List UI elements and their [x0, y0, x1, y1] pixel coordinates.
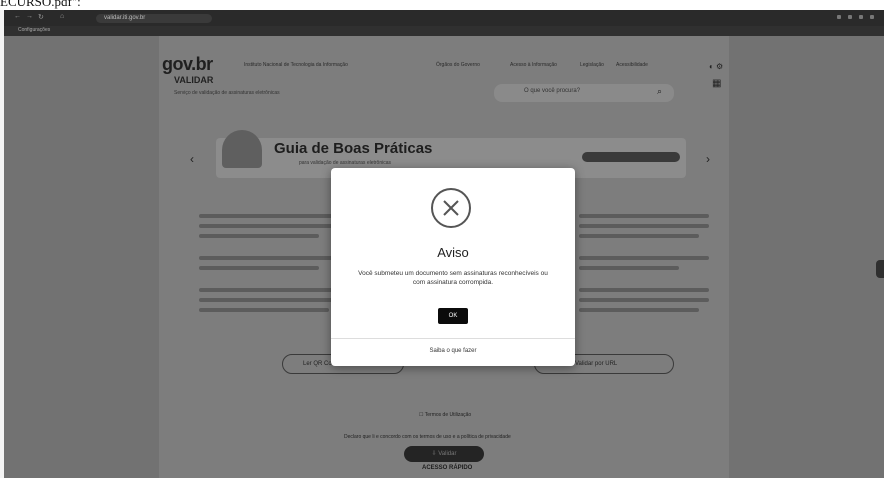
paragraph-line: [579, 224, 709, 228]
carousel-prev-icon[interactable]: ‹: [190, 152, 194, 166]
address-bar[interactable]: validar.iti.gov.br: [96, 14, 212, 23]
apps-grid-icon[interactable]: ▦: [712, 78, 721, 89]
contrast-icon[interactable]: ◐ ⚙: [709, 62, 723, 71]
modal-message: Você submeteu um documento sem assinatur…: [358, 270, 548, 286]
search-icon[interactable]: ⌕: [657, 86, 662, 97]
paragraph-line: [579, 298, 709, 302]
search-placeholder: O que você procura?: [524, 88, 581, 94]
header-link[interactable]: Acessibilidade: [616, 62, 648, 68]
warning-modal: Aviso Você submeteu um documento sem ass…: [331, 168, 575, 366]
search-input[interactable]: O que você procura? ⌕: [494, 84, 674, 102]
back-icon[interactable]: ←: [14, 13, 21, 20]
paragraph-line: [579, 256, 709, 260]
paragraph-line: [199, 288, 339, 292]
extension-icon[interactable]: [848, 15, 852, 19]
side-feedback-tab[interactable]: [876, 260, 884, 278]
paragraph-line: [579, 266, 679, 270]
modal-divider: [331, 338, 575, 339]
paragraph-line: [199, 234, 319, 238]
paragraph-line: [199, 308, 329, 312]
document-filename: ECURSO.pdf":: [0, 0, 81, 9]
paragraph-line: [579, 214, 709, 218]
reload-icon[interactable]: ↻: [38, 13, 44, 21]
learn-more-link[interactable]: Saiba o que fazer: [331, 348, 575, 354]
validate-button-label: Validar: [438, 451, 457, 457]
paragraph-line: [199, 224, 339, 228]
bookmark-item[interactable]: Configurações: [18, 27, 50, 33]
banner-cta-button[interactable]: [582, 152, 680, 162]
forward-icon[interactable]: →: [26, 13, 33, 20]
validate-button[interactable]: ⇩ Validar: [404, 446, 484, 462]
consent-text: Declaro que li e concordo com os termos …: [344, 434, 511, 440]
window-controls: [837, 15, 874, 19]
paragraph-line: [579, 234, 699, 238]
header-link[interactable]: Legislação: [580, 62, 604, 68]
extension-icon[interactable]: [859, 15, 863, 19]
service-tagline: Serviço de validação de assinaturas elet…: [174, 90, 280, 96]
paragraph-line: [199, 256, 339, 260]
banner-illustration: [222, 130, 262, 168]
header-link[interactable]: Acesso à Informação: [510, 62, 557, 68]
modal-title: Aviso: [437, 245, 469, 260]
extension-icon[interactable]: [837, 15, 841, 19]
govbr-logo[interactable]: gov.br: [162, 54, 213, 75]
terms-label: Termos de Utilização: [424, 412, 472, 418]
paragraph-line: [579, 308, 699, 312]
close-circle-icon: [431, 188, 471, 228]
terms-checkbox[interactable]: ☐ Termos de Utilização: [419, 412, 471, 418]
browser-toolbar: ← → ↻ ⌂ validar.iti.gov.br: [4, 10, 884, 26]
banner-title: Guia de Boas Práticas: [274, 140, 433, 157]
bookmarks-bar: Configurações: [4, 26, 884, 36]
paragraph-line: [199, 298, 339, 302]
carousel-next-icon[interactable]: ›: [706, 152, 710, 166]
banner-subtitle: para validação de assinaturas eletrônica…: [299, 160, 391, 166]
document-header-strip: ECURSO.pdf":: [0, 0, 884, 10]
quick-access-heading: ACESSO RÁPIDO: [422, 465, 473, 471]
paragraph-line: [579, 288, 709, 292]
paragraph-line: [199, 214, 339, 218]
header-link[interactable]: Instituto Nacional de Tecnologia da Info…: [244, 62, 348, 68]
menu-icon[interactable]: [870, 15, 874, 19]
home-icon[interactable]: ⌂: [60, 13, 64, 20]
validar-title: VALIDAR: [174, 75, 214, 85]
ok-button[interactable]: OK: [438, 308, 468, 324]
paragraph-line: [199, 266, 319, 270]
x-mark-icon: [443, 200, 459, 216]
header-link[interactable]: Órgãos do Governo: [436, 62, 480, 68]
